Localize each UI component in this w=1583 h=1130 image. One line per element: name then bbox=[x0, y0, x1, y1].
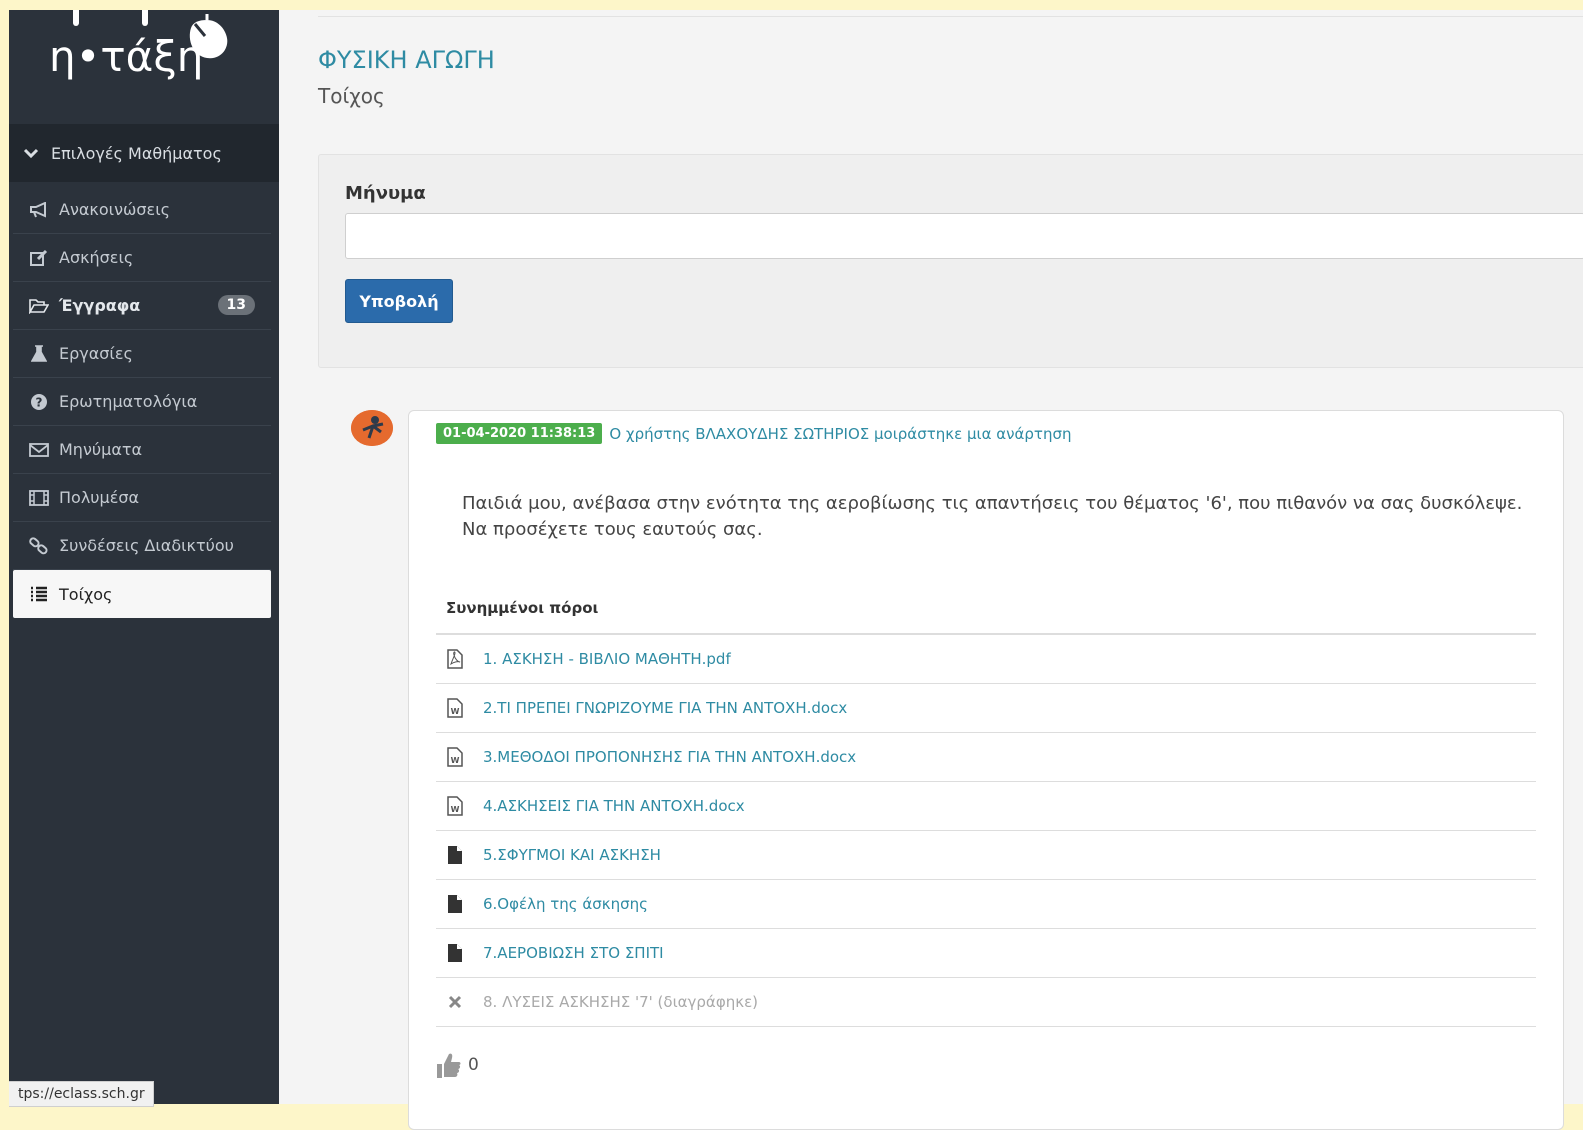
sidebar-item-label: Συνδέσεις Διαδικτύου bbox=[59, 536, 234, 555]
sidebar-item-assignments[interactable]: Εργασίες bbox=[13, 330, 271, 378]
sidebar-item-label: Ερωτηματολόγια bbox=[59, 392, 198, 411]
sidebar-item-label: Τοίχος bbox=[59, 584, 113, 604]
course-options-label: Επιλογές Μαθήματος bbox=[51, 143, 222, 163]
attachment-item[interactable]: W 3.ΜΕΘΟΔΟΙ ΠΡΟΠΟΝΗΣΗΣ ΓΙΑ ΤΗΝ ΑΝΤΟΧΗ.do… bbox=[436, 733, 1536, 782]
attachment-item[interactable]: 1. ΑΣΚΗΣΗ - ΒΙΒΛΙΟ ΜΑΘΗΤΗ.pdf bbox=[436, 635, 1536, 684]
attachment-item[interactable]: 5.ΣΦΥΓΜΟΙ ΚΑΙ ΑΣΚΗΣΗ bbox=[436, 831, 1536, 880]
like-control[interactable]: 0 bbox=[436, 1051, 479, 1079]
folder-open-icon bbox=[29, 296, 49, 316]
svg-text:?: ? bbox=[36, 395, 43, 409]
file-icon bbox=[445, 844, 465, 866]
browser-status-bar: tps://eclass.sch.gr bbox=[9, 1081, 154, 1107]
sidebar-item-label: Έγγραφα bbox=[59, 296, 141, 315]
deleted-x-icon bbox=[445, 991, 465, 1013]
attachment-link[interactable]: 6.Οφέλη της άσκησης bbox=[483, 895, 648, 913]
documents-count-badge: 13 bbox=[217, 295, 255, 315]
submit-button[interactable]: Υποβολή bbox=[345, 279, 453, 323]
mouse-icon bbox=[189, 14, 228, 59]
attachment-link[interactable]: 3.ΜΕΘΟΔΟΙ ΠΡΟΠΟΝΗΣΗΣ ΓΙΑ ΤΗΝ ΑΝΤΟΧΗ.docx bbox=[483, 748, 856, 766]
flask-icon bbox=[29, 344, 49, 364]
attachment-item[interactable]: 6.Οφέλη της άσκησης bbox=[436, 880, 1536, 929]
link-icon bbox=[29, 536, 49, 556]
message-label: Μήνυμα bbox=[345, 183, 426, 204]
page-subtitle: Τοίχος bbox=[318, 84, 385, 108]
svg-text:W: W bbox=[451, 707, 460, 716]
film-icon bbox=[29, 488, 49, 508]
attachment-item[interactable]: W 4.ΑΣΚΗΣΕΙΣ ΓΙΑ ΤΗΝ ΑΝΤΟΧΗ.docx bbox=[436, 782, 1536, 831]
like-count: 0 bbox=[468, 1055, 479, 1075]
sidebar-item-announcements[interactable]: Ανακοινώσεις bbox=[13, 186, 271, 234]
top-divider bbox=[318, 16, 1583, 17]
attachments-list: 1. ΑΣΚΗΣΗ - ΒΙΒΛΙΟ ΜΑΘΗΤΗ.pdf W 2.ΤΙ ΠΡΕ… bbox=[436, 633, 1536, 1027]
sidebar-item-exercises[interactable]: Ασκήσεις bbox=[13, 234, 271, 282]
sidebar: η•τάξη Επιλογές Μαθήματος Ανακοινώσεις Α… bbox=[9, 10, 279, 1107]
attachment-deleted-label: 8. ΛΥΣΕΙΣ ΑΣΚΗΣΗΣ '7' (διαγράφηκε) bbox=[483, 993, 759, 1011]
post-date-badge: 01-04-2020 11:38:13 bbox=[436, 423, 603, 444]
attachment-link[interactable]: 4.ΑΣΚΗΣΕΙΣ ΓΙΑ ΤΗΝ ΑΝΤΟΧΗ.docx bbox=[483, 797, 745, 815]
file-icon bbox=[445, 942, 465, 964]
file-word-icon: W bbox=[445, 746, 465, 768]
sidebar-item-web-links[interactable]: Συνδέσεις Διαδικτύου bbox=[13, 522, 271, 570]
question-circle-icon: ? bbox=[29, 392, 49, 412]
attachment-link[interactable]: 7.ΑΕΡΟΒΙΩΣΗ ΣΤΟ ΣΠΙΤΙ bbox=[483, 944, 664, 962]
attachment-item[interactable]: 7.ΑΕΡΟΒΙΩΣΗ ΣΤΟ ΣΠΙΤΙ bbox=[436, 929, 1536, 978]
wall-post-form: Μήνυμα Υποβολή bbox=[318, 154, 1583, 368]
file-word-icon: W bbox=[445, 795, 465, 817]
attachment-link[interactable]: 2.ΤΙ ΠΡΕΠΕΙ ΓΝΩΡΙΖΟΥΜΕ ΓΙΑ ΤΗΝ ΑΝΤΟΧΗ.do… bbox=[483, 699, 847, 717]
logo-text: η•τάξη bbox=[49, 32, 204, 81]
file-pdf-icon bbox=[445, 648, 465, 670]
post-meta: 01-04-2020 11:38:13 Ο χρήστης ΒΛΑΧΟΥΔΗΣ … bbox=[436, 423, 1071, 444]
svg-text:W: W bbox=[451, 756, 460, 765]
megaphone-icon bbox=[29, 200, 49, 220]
sidebar-item-label: Εργασίες bbox=[59, 344, 133, 363]
sidebar-item-label: Ασκήσεις bbox=[59, 248, 134, 267]
sidebar-item-documents[interactable]: Έγγραφα 13 bbox=[13, 282, 271, 330]
attachments-heading: Συνημμένοι πόροι bbox=[446, 599, 599, 617]
avatar[interactable] bbox=[351, 410, 393, 446]
sidebar-item-label: Μηνύματα bbox=[59, 440, 143, 459]
main-content: ΦΥΣΙΚΗ ΑΓΩΓΗ Τοίχος Μήνυμα Υποβολή 01-04… bbox=[279, 10, 1583, 1130]
logo-stem-left bbox=[73, 10, 79, 26]
edit-icon bbox=[29, 248, 49, 268]
chevron-down-icon bbox=[23, 147, 39, 159]
file-word-icon: W bbox=[445, 697, 465, 719]
envelope-icon bbox=[29, 440, 49, 460]
attachment-link[interactable]: 5.ΣΦΥΓΜΟΙ ΚΑΙ ΑΣΚΗΣΗ bbox=[483, 846, 661, 864]
message-input[interactable] bbox=[345, 213, 1583, 259]
post-body: Παιδιά μου, ανέβασα στην ενότητα της αερ… bbox=[462, 493, 1523, 540]
sidebar-item-messages[interactable]: Μηνύματα bbox=[13, 426, 271, 474]
attachment-item-deleted: 8. ΛΥΣΕΙΣ ΑΣΚΗΣΗΣ '7' (διαγράφηκε) bbox=[436, 978, 1536, 1027]
post-author-text[interactable]: Ο χρήστης ΒΛΑΧΟΥΔΗΣ ΣΩΤΗΡΙΟΣ μοιράστηκε … bbox=[609, 425, 1071, 443]
sidebar-item-label: Πολυμέσα bbox=[59, 488, 140, 507]
course-options-header[interactable]: Επιλογές Μαθήματος bbox=[9, 124, 279, 182]
sidebar-item-wall[interactable]: Τοίχος bbox=[13, 570, 271, 618]
thumbs-up-icon[interactable] bbox=[436, 1051, 462, 1079]
file-icon bbox=[445, 893, 465, 915]
course-title[interactable]: ΦΥΣΙΚΗ ΑΓΩΓΗ bbox=[318, 46, 495, 74]
logo[interactable]: η•τάξη bbox=[9, 10, 279, 124]
sidebar-item-questionnaires[interactable]: ? Ερωτηματολόγια bbox=[13, 378, 271, 426]
sidebar-menu: Ανακοινώσεις Ασκήσεις Έγγραφα 13 Εργασίε… bbox=[13, 186, 271, 618]
sidebar-item-multimedia[interactable]: Πολυμέσα bbox=[13, 474, 271, 522]
attachment-item[interactable]: W 2.ΤΙ ΠΡΕΠΕΙ ΓΝΩΡΙΖΟΥΜΕ ΓΙΑ ΤΗΝ ΑΝΤΟΧΗ.… bbox=[436, 684, 1536, 733]
attachment-link[interactable]: 1. ΑΣΚΗΣΗ - ΒΙΒΛΙΟ ΜΑΘΗΤΗ.pdf bbox=[483, 650, 731, 668]
list-icon bbox=[29, 584, 49, 604]
logo-stem-right bbox=[142, 10, 148, 26]
avatar-runner-icon bbox=[351, 410, 393, 446]
wall-post: 01-04-2020 11:38:13 Ο χρήστης ΒΛΑΧΟΥΔΗΣ … bbox=[408, 410, 1564, 1130]
sidebar-item-label: Ανακοινώσεις bbox=[59, 200, 170, 219]
svg-text:W: W bbox=[451, 805, 460, 814]
